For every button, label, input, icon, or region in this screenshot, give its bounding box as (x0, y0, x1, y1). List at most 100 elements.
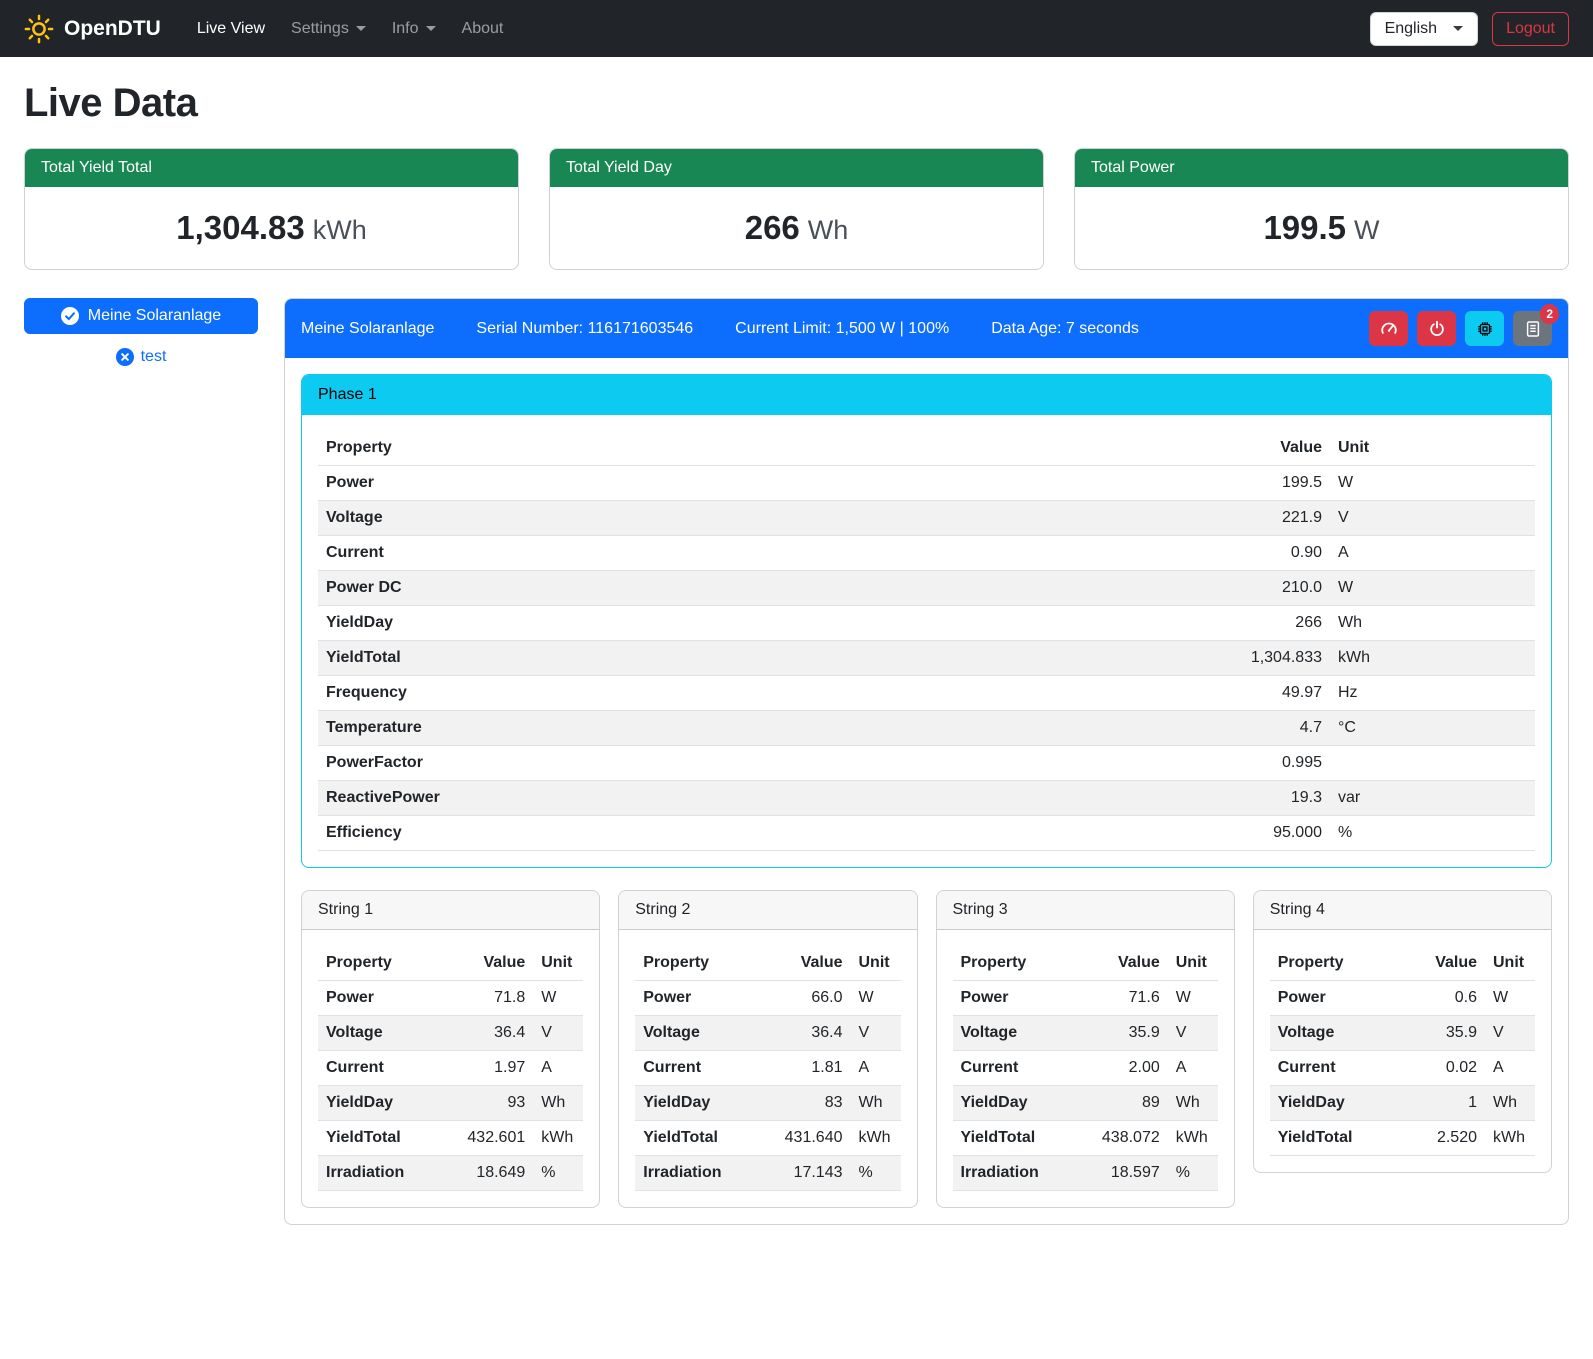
table-header-row: Property Value Unit (953, 946, 1218, 981)
property-name: Voltage (953, 1016, 1094, 1051)
logout-button[interactable]: Logout (1492, 12, 1569, 46)
table-row: Power DC 210.0 W (318, 571, 1535, 606)
property-name: Frequency (318, 676, 1180, 711)
navbar: OpenDTU Live View Settings Info About En… (0, 0, 1593, 57)
table-row: YieldDay 1 Wh (1270, 1086, 1535, 1121)
table-row: Irradiation 18.597 % (953, 1156, 1218, 1191)
table-row: Voltage 36.4 V (318, 1016, 583, 1051)
table-row: Voltage 35.9 V (1270, 1016, 1535, 1051)
main-content: Live Data Total Yield Total 1,304.83kWh … (0, 57, 1593, 1253)
property-value: 1,304.833 (1180, 641, 1330, 676)
nav-item-live-view[interactable]: Live View (187, 12, 275, 46)
property-unit: W (1485, 981, 1535, 1016)
table-row: PowerFactor 0.995 (318, 746, 1535, 781)
property-value: 83 (777, 1086, 851, 1121)
sidebar-item-test[interactable]: test (24, 348, 258, 366)
table-row: Power 71.6 W (953, 981, 1218, 1016)
stat-unit: kWh (313, 215, 367, 245)
table-row: Current 0.90 A (318, 536, 1535, 571)
total-yield-total-card: Total Yield Total 1,304.83kWh (24, 148, 519, 270)
limit-settings-button[interactable] (1369, 311, 1408, 346)
table-row: Voltage 36.4 V (635, 1016, 900, 1051)
property-value: 35.9 (1413, 1016, 1485, 1051)
col-value: Value (1094, 946, 1168, 981)
property-value: 0.02 (1413, 1051, 1485, 1086)
property-value: 199.5 (1180, 466, 1330, 501)
property-value: 1.97 (459, 1051, 533, 1086)
property-value: 49.97 (1180, 676, 1330, 711)
table-row: ReactivePower 19.3 var (318, 781, 1535, 816)
property-unit: kWh (1330, 641, 1535, 676)
string-table: Property Value Unit Power (635, 946, 900, 1191)
inverter-serial: Serial Number: 116171603546 (476, 320, 693, 338)
property-name: Voltage (318, 501, 1180, 536)
sidebar-item-meine-solaranlage[interactable]: Meine Solaranlage (24, 298, 258, 334)
inverter-sidebar: Meine Solaranlage test (24, 298, 258, 366)
property-name: YieldDay (318, 1086, 459, 1121)
table-row: YieldTotal 438.072 kWh (953, 1121, 1218, 1156)
property-value: 36.4 (777, 1016, 851, 1051)
summary-cards: Total Yield Total 1,304.83kWh Total Yiel… (24, 148, 1569, 270)
col-unit: Unit (1485, 946, 1535, 981)
col-value: Value (777, 946, 851, 981)
strings-section: String 1 Property Value Unit (301, 890, 1552, 1208)
col-property: Property (318, 946, 459, 981)
property-name: YieldDay (1270, 1086, 1413, 1121)
col-value: Value (1180, 431, 1330, 466)
property-value: 221.9 (1180, 501, 1330, 536)
property-unit: Wh (1330, 606, 1535, 641)
property-value: 266 (1180, 606, 1330, 641)
property-unit: % (1168, 1156, 1218, 1191)
journal-icon (1524, 320, 1542, 338)
property-name: Current (1270, 1051, 1413, 1086)
stat-card-title: Total Power (1075, 149, 1568, 187)
property-unit: W (533, 981, 583, 1016)
inverter-name: Meine Solaranlage (301, 320, 434, 338)
property-unit: A (851, 1051, 901, 1086)
property-name: YieldDay (953, 1086, 1094, 1121)
property-name: YieldTotal (1270, 1121, 1413, 1156)
nav-item-info[interactable]: Info (382, 12, 446, 46)
property-value: 0.995 (1180, 746, 1330, 781)
table-row: Power 71.8 W (318, 981, 583, 1016)
property-value: 210.0 (1180, 571, 1330, 606)
property-name: Power (953, 981, 1094, 1016)
property-unit: A (533, 1051, 583, 1086)
col-property: Property (635, 946, 776, 981)
property-value: 431.640 (777, 1121, 851, 1156)
device-info-button[interactable] (1465, 311, 1504, 346)
string-table: Property Value Unit Power (318, 946, 583, 1191)
power-button[interactable] (1417, 311, 1456, 346)
inverter-actions: 2 (1369, 311, 1552, 346)
table-row: Power 199.5 W (318, 466, 1535, 501)
nav-item-about[interactable]: About (452, 12, 514, 46)
property-value: 432.601 (459, 1121, 533, 1156)
property-unit: Wh (1485, 1086, 1535, 1121)
table-row: YieldDay 266 Wh (318, 606, 1535, 641)
property-value: 66.0 (777, 981, 851, 1016)
table-row: Frequency 49.97 Hz (318, 676, 1535, 711)
property-value: 89 (1094, 1086, 1168, 1121)
table-row: Current 0.02 A (1270, 1051, 1535, 1086)
property-unit: kWh (1485, 1121, 1535, 1156)
property-name: Voltage (1270, 1016, 1413, 1051)
property-value: 438.072 (1094, 1121, 1168, 1156)
property-name: Power DC (318, 571, 1180, 606)
property-unit: V (1485, 1016, 1535, 1051)
language-select[interactable]: English (1370, 12, 1478, 46)
property-value: 19.3 (1180, 781, 1330, 816)
brand[interactable]: OpenDTU (24, 14, 161, 44)
event-log-button[interactable]: 2 (1513, 311, 1552, 346)
stat-value: 1,304.83 (176, 209, 304, 246)
property-unit: W (1168, 981, 1218, 1016)
col-value: Value (1413, 946, 1485, 981)
page-title: Live Data (24, 81, 1569, 126)
string-card-title: String 2 (619, 891, 916, 930)
property-value: 71.8 (459, 981, 533, 1016)
property-name: Current (635, 1051, 776, 1086)
nav-item-settings[interactable]: Settings (281, 12, 376, 46)
property-value: 18.649 (459, 1156, 533, 1191)
table-row: YieldTotal 1,304.833 kWh (318, 641, 1535, 676)
property-unit: kWh (1168, 1121, 1218, 1156)
property-unit (1330, 746, 1535, 781)
